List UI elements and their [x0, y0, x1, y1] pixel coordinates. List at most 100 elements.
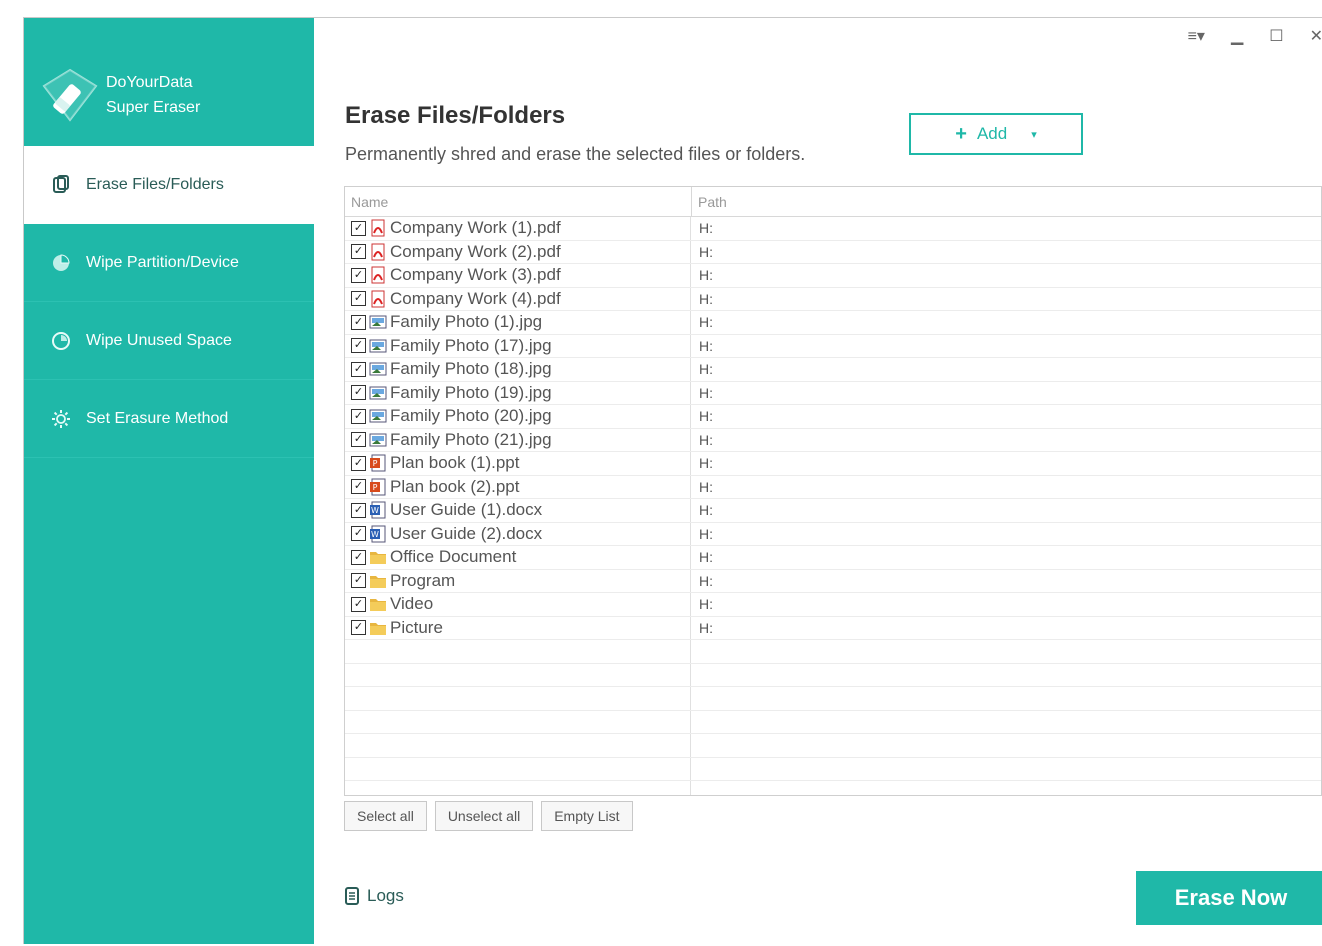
checkbox[interactable]: ✓ — [351, 408, 366, 424]
table-row[interactable]: ✓ Family Photo (20).jpg H: — [345, 405, 1321, 429]
table-row[interactable]: ✓ W User Guide (2).docx H: — [345, 522, 1321, 546]
path-cell — [691, 664, 1321, 687]
maximize-icon[interactable]: ☐ — [1269, 26, 1283, 46]
unselect-all-button[interactable]: Unselect all — [434, 801, 534, 831]
table-row[interactable]: ✓ Family Photo (17).jpg H: — [345, 334, 1321, 358]
checkbox[interactable]: ✓ — [351, 549, 366, 565]
empty-row — [345, 663, 1321, 687]
file-path: H: — [699, 455, 713, 472]
svg-text:P: P — [373, 483, 378, 492]
table-row[interactable]: ✓ Family Photo (1).jpg H: — [345, 311, 1321, 335]
table-row[interactable]: ✓ W User Guide (1).docx H: — [345, 499, 1321, 523]
table-row[interactable]: ✓ P Plan book (2).ppt H: — [345, 475, 1321, 499]
checkbox[interactable]: ✓ — [351, 620, 366, 636]
add-button[interactable]: + Add ▾ — [909, 113, 1083, 155]
name-cell — [345, 663, 691, 686]
name-cell: ✓ Family Photo (19).jpg — [345, 381, 691, 404]
checkbox[interactable]: ✓ — [351, 526, 366, 542]
table-row[interactable]: ✓ P Plan book (1).ppt H: — [345, 452, 1321, 476]
file-path: H: — [699, 267, 713, 284]
folder-file-icon — [369, 619, 387, 637]
path-cell: H: — [691, 499, 1321, 522]
checkbox[interactable]: ✓ — [351, 338, 366, 354]
file-path: H: — [699, 220, 713, 237]
table-row[interactable]: ✓ Family Photo (21).jpg H: — [345, 428, 1321, 452]
name-cell — [345, 687, 691, 710]
file-path: H: — [699, 290, 713, 307]
checkbox[interactable]: ✓ — [351, 385, 366, 401]
name-cell: ✓ Office Document — [345, 546, 691, 569]
app-name-line2: Super Eraser — [106, 99, 201, 116]
table-row[interactable]: ✓ Picture H: — [345, 616, 1321, 640]
table-row[interactable]: ✓ Program H: — [345, 569, 1321, 593]
checkbox[interactable]: ✓ — [351, 479, 366, 495]
empty-row — [345, 757, 1321, 781]
file-path: H: — [699, 572, 713, 589]
sidebar-item-wipe-unused-space[interactable]: Wipe Unused Space — [24, 302, 314, 380]
partition-icon — [50, 252, 72, 274]
checkbox[interactable]: ✓ — [351, 244, 366, 260]
file-path: H: — [699, 337, 713, 354]
docx-file-icon: W — [369, 525, 387, 543]
name-cell — [345, 640, 691, 663]
file-name: Plan book (2).ppt — [390, 476, 520, 496]
table-row[interactable]: ✓ Family Photo (18).jpg H: — [345, 358, 1321, 382]
jpg-file-icon — [369, 337, 387, 355]
path-cell: H: — [691, 264, 1321, 287]
checkbox[interactable]: ✓ — [351, 220, 366, 236]
table-row[interactable]: ✓ Company Work (4).pdf H: — [345, 287, 1321, 311]
column-header-name[interactable]: Name — [345, 187, 692, 216]
file-table: Name Path ✓ Company Work (1).pdf H: ✓ Compan… — [344, 186, 1322, 796]
pdf-file-icon — [369, 266, 387, 284]
sidebar-item-erase-files-folders[interactable]: Erase Files/Folders — [24, 146, 314, 224]
path-cell: H: — [691, 593, 1321, 616]
logs-link[interactable]: Logs — [345, 886, 404, 906]
docx-file-icon: W — [369, 501, 387, 519]
select-all-button[interactable]: Select all — [344, 801, 427, 831]
file-path: H: — [699, 502, 713, 519]
file-name: Family Photo (21).jpg — [390, 429, 552, 449]
path-cell — [691, 687, 1321, 710]
menu-icon[interactable]: ≡▾ — [1188, 26, 1205, 46]
minimize-icon[interactable]: ▁ — [1231, 26, 1243, 46]
eraser-logo-icon — [42, 68, 98, 122]
file-path: H: — [699, 314, 713, 331]
empty-list-button[interactable]: Empty List — [541, 801, 633, 831]
name-cell — [345, 781, 691, 795]
svg-text:W: W — [371, 506, 379, 515]
path-cell: H: — [691, 429, 1321, 452]
svg-text:W: W — [371, 530, 379, 539]
file-name: Plan book (1).ppt — [390, 453, 520, 473]
file-path: H: — [699, 619, 713, 636]
table-header: Name Path — [345, 187, 1321, 217]
checkbox[interactable]: ✓ — [351, 502, 366, 518]
sidebar-item-set-erasure-method[interactable]: Set Erasure Method — [24, 380, 314, 458]
table-row[interactable]: ✓ Video H: — [345, 593, 1321, 617]
path-cell: H: — [691, 570, 1321, 593]
jpg-file-icon — [369, 384, 387, 402]
column-header-path[interactable]: Path — [692, 187, 1321, 216]
name-cell: ✓ P Plan book (2).ppt — [345, 475, 691, 498]
checkbox[interactable]: ✓ — [351, 267, 366, 283]
checkbox[interactable]: ✓ — [351, 291, 366, 307]
table-row[interactable]: ✓ Company Work (3).pdf H: — [345, 264, 1321, 288]
file-name: Company Work (1).pdf — [390, 218, 561, 238]
checkbox[interactable]: ✓ — [351, 361, 366, 377]
table-row[interactable]: ✓ Family Photo (19).jpg H: — [345, 381, 1321, 405]
checkbox[interactable]: ✓ — [351, 432, 366, 448]
list-actions: Select all Unselect all Empty List — [344, 801, 633, 831]
app-name-line1: DoYourData — [106, 74, 193, 91]
checkbox[interactable]: ✓ — [351, 573, 366, 589]
table-row[interactable]: ✓ Company Work (2).pdf H: — [345, 240, 1321, 264]
checkbox[interactable]: ✓ — [351, 596, 366, 612]
erase-now-button[interactable]: Erase Now — [1136, 871, 1322, 925]
table-row[interactable]: ✓ Company Work (1).pdf H: — [345, 217, 1321, 241]
name-cell: ✓ Picture — [345, 616, 691, 639]
file-name: Company Work (2).pdf — [390, 241, 561, 261]
checkbox[interactable]: ✓ — [351, 314, 366, 330]
sidebar-item-wipe-partition-device[interactable]: Wipe Partition/Device — [24, 224, 314, 302]
checkbox[interactable]: ✓ — [351, 455, 366, 471]
table-row[interactable]: ✓ Office Document H: — [345, 546, 1321, 570]
file-name: Company Work (3).pdf — [390, 265, 561, 285]
close-icon[interactable]: ✕ — [1310, 26, 1322, 46]
